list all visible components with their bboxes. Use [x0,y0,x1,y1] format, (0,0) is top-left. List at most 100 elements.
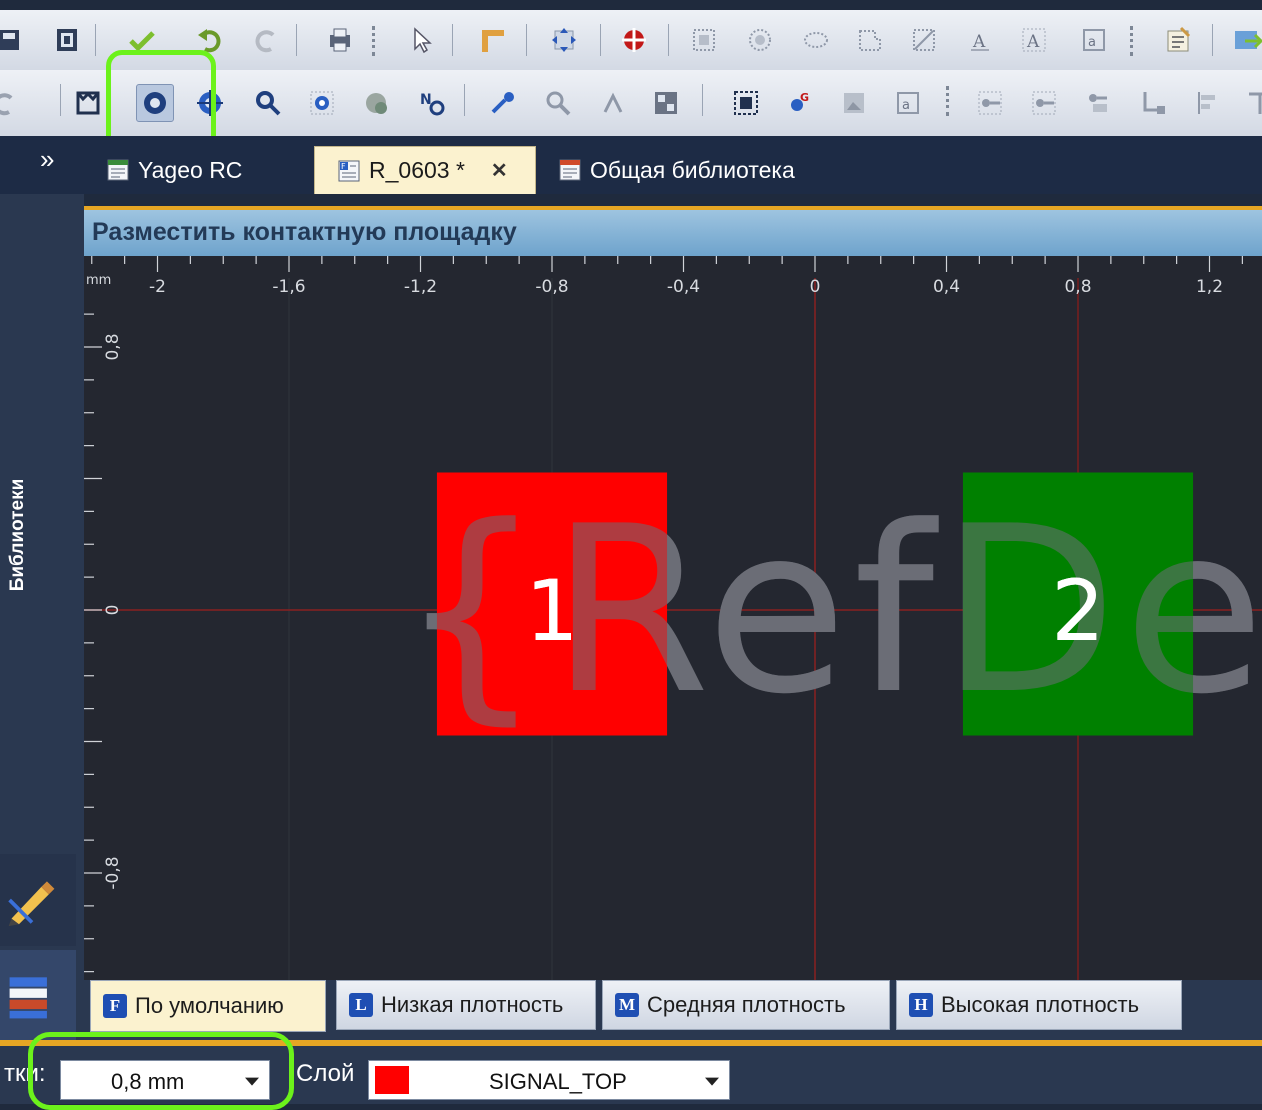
pad-numbering-icon[interactable]: N [414,85,450,121]
tab-label: Yageo RC [138,156,243,183]
panel-title: Разместить контактную площадку [84,206,1262,256]
tab-density-default[interactable]: F По умолчанию [90,980,326,1032]
sidebar-vertical-label[interactable]: Библиотеки [7,465,29,605]
pin-array-icon[interactable] [1026,85,1062,121]
document-tab-bar: » Yageo RC F R_0603 * ✕ Общая библиотека [0,136,1262,194]
gerber-icon[interactable]: G [782,85,818,121]
redo-small-icon[interactable] [0,85,22,121]
line-shape-icon[interactable] [906,22,942,58]
grid-label: тки: [4,1060,46,1087]
x-tick-label: -2 [149,277,166,297]
edit-pencil-icon[interactable] [0,854,76,946]
density-badge: L [349,993,373,1017]
ruler-icon[interactable] [474,22,510,58]
tab-yageo-rc[interactable]: Yageo RC [106,146,306,194]
x-tick-label: 0 [810,277,821,297]
pad-style-icon[interactable] [358,85,394,121]
library-icon [107,159,129,181]
place-pad-button[interactable] [136,84,174,122]
drawing-toolbar: N G a [0,70,1262,137]
svg-text:A: A [972,32,986,52]
pad-replace-icon[interactable] [540,85,576,121]
footprint-file-icon: F [338,160,360,181]
attribute-icon[interactable]: a [890,85,926,121]
print-icon[interactable] [322,22,358,58]
circle-shape-icon[interactable] [742,22,778,58]
label-a-icon[interactable]: a [1076,22,1112,58]
libraries-sidebar: Библиотеки [0,194,84,1040]
tab-density-low[interactable]: L Низкая плотность [336,980,596,1030]
text-a-icon[interactable]: A [962,22,998,58]
polygon-shape-icon[interactable] [852,22,888,58]
align-icon[interactable] [1190,85,1226,121]
save-all-icon[interactable] [0,22,28,58]
tab-label: R_0603 * [369,157,465,183]
tab-density-medium[interactable]: M Средняя плотность [602,980,890,1030]
connector-icon[interactable] [1136,85,1172,121]
x-tick-label: -0,4 [667,277,700,297]
pin-group-icon[interactable] [1080,85,1116,121]
tab-r-0603[interactable]: F R_0603 * ✕ [314,146,536,194]
image-icon[interactable] [836,85,872,121]
grid-rect-icon[interactable] [686,22,722,58]
tab-common-library[interactable]: Общая библиотека [558,146,858,194]
chevron-down-icon[interactable] [705,1077,719,1086]
x-tick-label: -1,2 [404,277,437,297]
svg-text:A: A [1026,32,1040,52]
x-tick-label: -1,6 [272,277,305,297]
tab-label: Высокая плотность [941,992,1140,1017]
sidebar-collapse-button[interactable]: » [40,144,54,175]
layer-value: SIGNAL_TOP [489,1069,627,1094]
status-bar: тки: 0,8 mm Слой SIGNAL_TOP [0,1040,1262,1104]
pad-number-label: 2 [1051,562,1104,660]
footprint-canvas[interactable]: {RefDes}12{RefDes}12mm-2-1,6-1,2-0,8-0,4… [84,256,1262,980]
select-area-icon[interactable] [728,85,764,121]
x-tick-label: -0,8 [535,277,568,297]
place-via-icon[interactable] [192,85,228,121]
redo-icon[interactable] [248,22,284,58]
density-badge: H [909,993,933,1017]
oval-shape-icon[interactable] [798,22,834,58]
svg-text:a: a [1088,35,1096,50]
pin-icon[interactable] [972,85,1008,121]
x-tick-label: 0,8 [1064,277,1091,297]
undo-icon[interactable] [192,22,228,58]
close-icon[interactable]: ✕ [491,158,508,183]
pad-array-icon[interactable] [304,85,340,121]
books-icon[interactable] [0,950,76,1040]
chevron-down-icon[interactable] [245,1077,259,1086]
svg-text:G: G [800,91,809,104]
layer-color-swatch [375,1066,409,1094]
layer-select[interactable]: SIGNAL_TOP [368,1060,730,1100]
tab-label: Общая библиотека [590,156,795,183]
layer-label: Слой [296,1060,355,1087]
select-cursor-icon[interactable] [404,22,440,58]
footprint-frame-icon[interactable] [70,85,106,121]
grid-step-select[interactable]: 0,8 mm [60,1060,270,1100]
properties-icon[interactable] [1160,22,1196,58]
density-badge: F [103,994,127,1018]
density-badge: M [615,993,639,1017]
top-ruler [84,256,1262,278]
pad-number-label: 1 [525,562,578,660]
window-icon[interactable] [50,22,86,58]
x-tick-label: 1,2 [1196,277,1223,297]
pad-search-icon[interactable] [250,85,286,121]
check-icon[interactable] [124,22,160,58]
y-tick-label: -0,8 [103,856,123,889]
more-icon[interactable] [1242,85,1262,121]
svg-text:a: a [902,98,910,113]
tab-density-high[interactable]: H Высокая плотность [896,980,1182,1030]
text-a-grid-icon[interactable]: A [1016,22,1052,58]
tab-label: По умолчанию [135,993,284,1018]
pad-renumber-icon[interactable] [596,85,632,121]
move-icon[interactable] [546,22,582,58]
origin-icon[interactable] [616,22,652,58]
pad-tools-icon[interactable] [486,85,522,121]
tab-label: Средняя плотность [647,992,846,1017]
export-icon[interactable] [1230,22,1262,58]
grid-step-value: 0,8 mm [111,1069,185,1094]
pad-table-icon[interactable] [648,85,684,121]
svg-text:F: F [341,162,346,171]
density-tab-bar: F По умолчанию L Низкая плотность M Средняя… [84,980,1262,1040]
